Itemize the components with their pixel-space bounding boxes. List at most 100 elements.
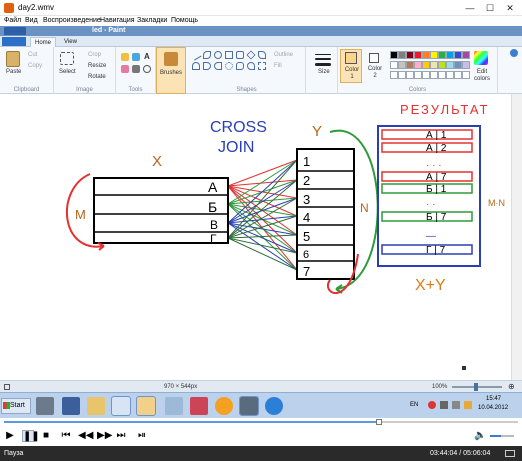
menu-bookmarks[interactable]: Закладки xyxy=(137,16,167,26)
palette-color-swatch[interactable] xyxy=(422,61,430,69)
fill-button[interactable]: Fill xyxy=(274,63,282,69)
text-tool-icon[interactable]: A xyxy=(144,52,150,61)
palette-color-swatch[interactable] xyxy=(446,51,454,59)
tray-alert-icon[interactable] xyxy=(428,401,436,409)
palette-color-swatch[interactable] xyxy=(462,61,470,69)
zoom-slider-thumb[interactable] xyxy=(474,383,478,391)
palette-custom-swatch[interactable] xyxy=(446,71,454,79)
palette-custom-swatch[interactable] xyxy=(398,71,406,79)
rounded-rectangle-shape-icon[interactable] xyxy=(236,51,244,59)
taskbar-app-icon[interactable] xyxy=(215,397,233,415)
palette-custom-swatch[interactable] xyxy=(390,71,398,79)
start-button[interactable]: Start xyxy=(1,398,31,414)
line-shape-icon[interactable] xyxy=(190,49,202,61)
pencil-icon[interactable] xyxy=(121,53,129,61)
palette-custom-swatch[interactable] xyxy=(430,71,438,79)
next-icon[interactable]: ⏭ xyxy=(115,430,127,442)
heart-shape-icon[interactable] xyxy=(247,62,255,70)
paint-file-menu-button[interactable] xyxy=(2,37,26,46)
minimize-button[interactable]: — xyxy=(462,2,478,14)
palette-custom-swatch[interactable] xyxy=(438,71,446,79)
seek-bar-thumb[interactable] xyxy=(376,419,383,425)
palette-color-swatch[interactable] xyxy=(390,61,398,69)
taskbar-app-icon[interactable] xyxy=(111,396,131,416)
zoom-slider[interactable] xyxy=(452,383,502,391)
menu-view[interactable]: Вид xyxy=(25,16,38,26)
palette-color-swatch[interactable] xyxy=(414,51,422,59)
fill-bucket-icon[interactable] xyxy=(132,53,140,61)
palette-color-swatch[interactable] xyxy=(462,51,470,59)
menu-playback[interactable]: Воспроизведение xyxy=(43,16,101,26)
palette-custom-swatch[interactable] xyxy=(406,71,414,79)
stop-icon[interactable]: ■ xyxy=(40,430,52,442)
language-indicator[interactable]: EN xyxy=(410,402,418,408)
rectangle-shape-icon[interactable] xyxy=(225,51,233,59)
fast-forward-icon[interactable]: ▶▶ xyxy=(97,430,112,442)
paint-canvas[interactable]: A Б В Г 1 2 3 4 5 6 7 CROSS JOIN X Y M N xyxy=(0,94,522,380)
select-icon[interactable] xyxy=(60,52,74,65)
tray-volume-icon[interactable] xyxy=(452,401,460,409)
size-button[interactable]: Size xyxy=(308,47,338,94)
taskbar-paint-icon[interactable] xyxy=(136,396,156,416)
maximize-button[interactable]: ☐ xyxy=(482,2,498,14)
volume-icon[interactable]: 🔈 xyxy=(474,430,486,442)
seek-bar[interactable] xyxy=(4,419,518,425)
close-button[interactable]: ✕ xyxy=(502,2,518,14)
palette-color-swatch[interactable] xyxy=(390,51,398,59)
oval-shape-icon[interactable] xyxy=(214,51,222,59)
palette-custom-swatch[interactable] xyxy=(422,71,430,79)
clock-time[interactable]: 15:47 xyxy=(486,396,501,402)
taskbar-folder-icon[interactable] xyxy=(87,397,105,415)
menu-help[interactable]: Помощь xyxy=(171,16,198,26)
cut-button[interactable]: Cut xyxy=(28,52,37,58)
palette-color-swatch[interactable] xyxy=(430,61,438,69)
tray-network-icon[interactable] xyxy=(440,401,448,409)
taskbar-app-icon[interactable] xyxy=(190,397,208,415)
edit-colors-icon[interactable] xyxy=(474,51,488,65)
color-picker-icon[interactable] xyxy=(132,65,140,73)
palette-color-swatch[interactable] xyxy=(454,51,462,59)
clock-date[interactable]: 10.04.2012 xyxy=(478,405,508,411)
star-shape-icon[interactable] xyxy=(225,62,233,70)
left-arrow-shape-icon[interactable] xyxy=(214,62,222,70)
palette-custom-swatch[interactable] xyxy=(454,71,462,79)
previous-icon[interactable]: ⏮ xyxy=(60,430,72,442)
copy-button[interactable]: Copy xyxy=(28,63,42,69)
magnifier-icon[interactable] xyxy=(143,65,151,73)
color1-button[interactable]: Color 1 xyxy=(340,49,362,83)
callout-shape-icon[interactable] xyxy=(236,62,244,70)
edit-colors-button[interactable]: Edit colors xyxy=(472,69,492,83)
curve-shape-icon[interactable] xyxy=(203,51,211,59)
pause-icon[interactable]: ❚❚ xyxy=(22,430,40,442)
taskbar-browser-icon[interactable] xyxy=(265,397,283,415)
palette-color-swatch[interactable] xyxy=(422,51,430,59)
canvas-resize-handle[interactable] xyxy=(462,366,466,370)
frame-step-icon[interactable]: ⏯ xyxy=(136,430,148,442)
canvas-vertical-scrollbar[interactable] xyxy=(511,94,522,380)
lightning-shape-icon[interactable] xyxy=(258,62,266,70)
palette-custom-swatch[interactable] xyxy=(462,71,470,79)
volume-slider[interactable] xyxy=(490,435,514,437)
tray-app-icon[interactable] xyxy=(464,401,472,409)
palette-color-swatch[interactable] xyxy=(398,61,406,69)
palette-color-swatch[interactable] xyxy=(438,51,446,59)
eraser-icon[interactable] xyxy=(121,65,129,73)
paste-button[interactable]: Paste xyxy=(6,69,21,75)
tab-home[interactable]: Home xyxy=(30,37,57,47)
quick-access-toolbar[interactable] xyxy=(4,27,26,35)
crop-button[interactable]: Crop xyxy=(88,52,101,58)
rotate-button[interactable]: Rotate xyxy=(88,74,106,80)
palette-color-swatch[interactable] xyxy=(438,61,446,69)
palette-color-swatch[interactable] xyxy=(414,61,422,69)
triangle-shape-icon[interactable] xyxy=(192,62,200,70)
right-arrow-shape-icon[interactable] xyxy=(203,62,211,70)
polygon-shape-icon[interactable] xyxy=(258,51,266,59)
taskbar-app-icon[interactable] xyxy=(36,397,54,415)
palette-color-swatch[interactable] xyxy=(454,61,462,69)
palette-color-swatch[interactable] xyxy=(406,61,414,69)
taskbar-app-icon[interactable] xyxy=(165,397,183,415)
taskbar-app-icon[interactable] xyxy=(239,396,259,416)
fullscreen-icon[interactable] xyxy=(505,450,515,457)
resize-button[interactable]: Resize xyxy=(88,63,106,69)
menu-navigation[interactable]: Навигация xyxy=(100,16,135,26)
